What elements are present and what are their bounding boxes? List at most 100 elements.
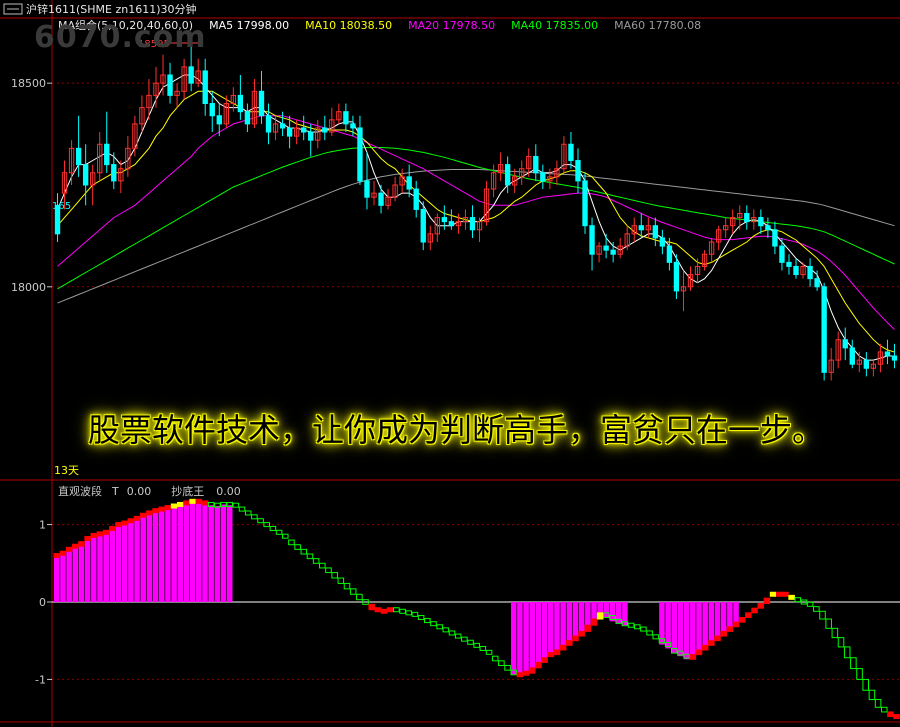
indicator-step-block — [251, 514, 258, 520]
indicator-step-block — [417, 614, 425, 620]
indicator-legend: 直观波段 T 0.00 抄底王 0.00 — [58, 484, 241, 498]
indicator-step-block — [775, 591, 783, 597]
indicator-fill-bar — [517, 602, 523, 677]
ma-legend-item: MA10 18038.50 — [305, 19, 392, 32]
indicator-fill-bar — [103, 532, 109, 602]
candle-body — [842, 339, 848, 349]
indicator-step-block — [850, 657, 857, 670]
indicator-fill-bar — [91, 535, 97, 602]
indicator-fill-bar — [134, 518, 140, 602]
indicator-step-block — [72, 543, 79, 549]
indicator-step-block — [436, 624, 443, 630]
indicator-fill-bar — [615, 602, 622, 624]
indicator-fill-bar — [677, 602, 684, 657]
candle-body — [75, 147, 82, 166]
indicator-step-block — [300, 548, 308, 555]
watermark-logo: 6070.com — [34, 20, 207, 55]
indicator-step-block — [170, 503, 178, 509]
indicator-step-block — [257, 518, 264, 524]
indicator-step-block — [498, 660, 505, 666]
indicator-step-block — [788, 594, 795, 600]
indicator-step-block — [238, 506, 246, 512]
candle-body — [793, 265, 799, 276]
indicator-step-block — [96, 531, 104, 537]
indicator-step-block — [559, 644, 567, 651]
indicator-fill-bar — [609, 602, 616, 622]
indicator-fill-bar — [523, 602, 529, 674]
candle-body — [504, 164, 511, 186]
indicator-step-block — [139, 512, 147, 518]
candle-body — [807, 265, 813, 280]
indicator-fill-bar — [572, 602, 579, 637]
indicator-step-block — [547, 652, 555, 658]
candle-body — [582, 180, 588, 227]
indicator-fill-bar — [659, 602, 665, 645]
candle-body — [301, 127, 307, 133]
indicator-fill-bar — [121, 523, 128, 602]
indicator-step-block — [411, 611, 419, 617]
indicator-step-block — [825, 618, 832, 629]
indicator-step-block — [337, 577, 345, 584]
candle-body — [279, 123, 286, 129]
candle-body — [891, 355, 898, 361]
indicator-step-block — [726, 626, 734, 632]
candle-body — [188, 66, 194, 84]
chart-frame — [0, 0, 900, 727]
indicator-step-block — [325, 567, 332, 574]
indicator-step-block — [578, 630, 585, 637]
candle-body — [568, 143, 574, 162]
indicator-step-block — [133, 515, 141, 521]
candle-body — [308, 131, 314, 141]
indicator-step-block — [689, 654, 697, 660]
indicator-fill-bar — [54, 555, 60, 602]
indicator-step-block — [708, 640, 715, 646]
candle-body — [322, 127, 328, 133]
indicator-fill-bar — [158, 509, 165, 602]
indicator-step-block — [244, 510, 252, 516]
candle-body — [758, 217, 764, 227]
candle-body — [469, 217, 476, 231]
indicator-step-block — [535, 661, 542, 669]
indicator-step-block — [856, 668, 863, 680]
indicator-step-block — [763, 597, 771, 605]
indicator-step-block — [843, 646, 851, 659]
indicator-fill-bar — [727, 602, 733, 627]
indicator-fill-bar — [226, 505, 233, 602]
candle-body — [258, 90, 265, 117]
indicator-step-block — [109, 525, 116, 531]
indicator-fill-bar — [714, 602, 721, 637]
indicator-step-block — [893, 714, 900, 720]
indicator-fill-bar — [702, 602, 708, 646]
candle-body — [357, 127, 363, 182]
indicator-step-block — [541, 657, 548, 663]
indicator-legend-item: T — [111, 485, 119, 498]
indicator-step-block — [880, 706, 888, 713]
window-menu-icon[interactable] — [3, 3, 23, 15]
indicator-fill-bar — [529, 602, 536, 668]
indicator-fill-bar — [177, 504, 184, 602]
indicator-step-block — [430, 621, 437, 627]
promo-caption: 股票软件技术，让你成为判断高手，富贫只在一步。 — [88, 411, 825, 449]
indicator-step-block — [584, 624, 592, 632]
indicator-step-block — [275, 529, 283, 535]
indicator-tick-label: 0 — [39, 596, 46, 609]
indicator-step-block — [528, 667, 536, 674]
indicator-step-block — [794, 597, 802, 603]
indicator-fill-bar — [189, 501, 196, 602]
indicator-step-block — [837, 637, 845, 648]
indicator-step-block — [78, 541, 85, 547]
indicator-step-block — [566, 640, 573, 646]
candle-body — [82, 164, 89, 186]
indicator-fill-bar — [183, 502, 190, 602]
indicator-step-block — [738, 616, 746, 623]
indicator-step-block — [319, 562, 326, 569]
candle-body — [364, 180, 370, 198]
indicator-step-block — [201, 500, 209, 506]
indicator-fill-bar — [510, 602, 517, 675]
indicator-fill-bar — [220, 504, 227, 602]
candle-body — [286, 127, 293, 137]
indicator-step-block — [164, 505, 172, 511]
indicator-fill-bar — [152, 510, 159, 602]
indicator-fill-bar — [548, 602, 554, 655]
indicator-fill-bar — [585, 602, 591, 626]
